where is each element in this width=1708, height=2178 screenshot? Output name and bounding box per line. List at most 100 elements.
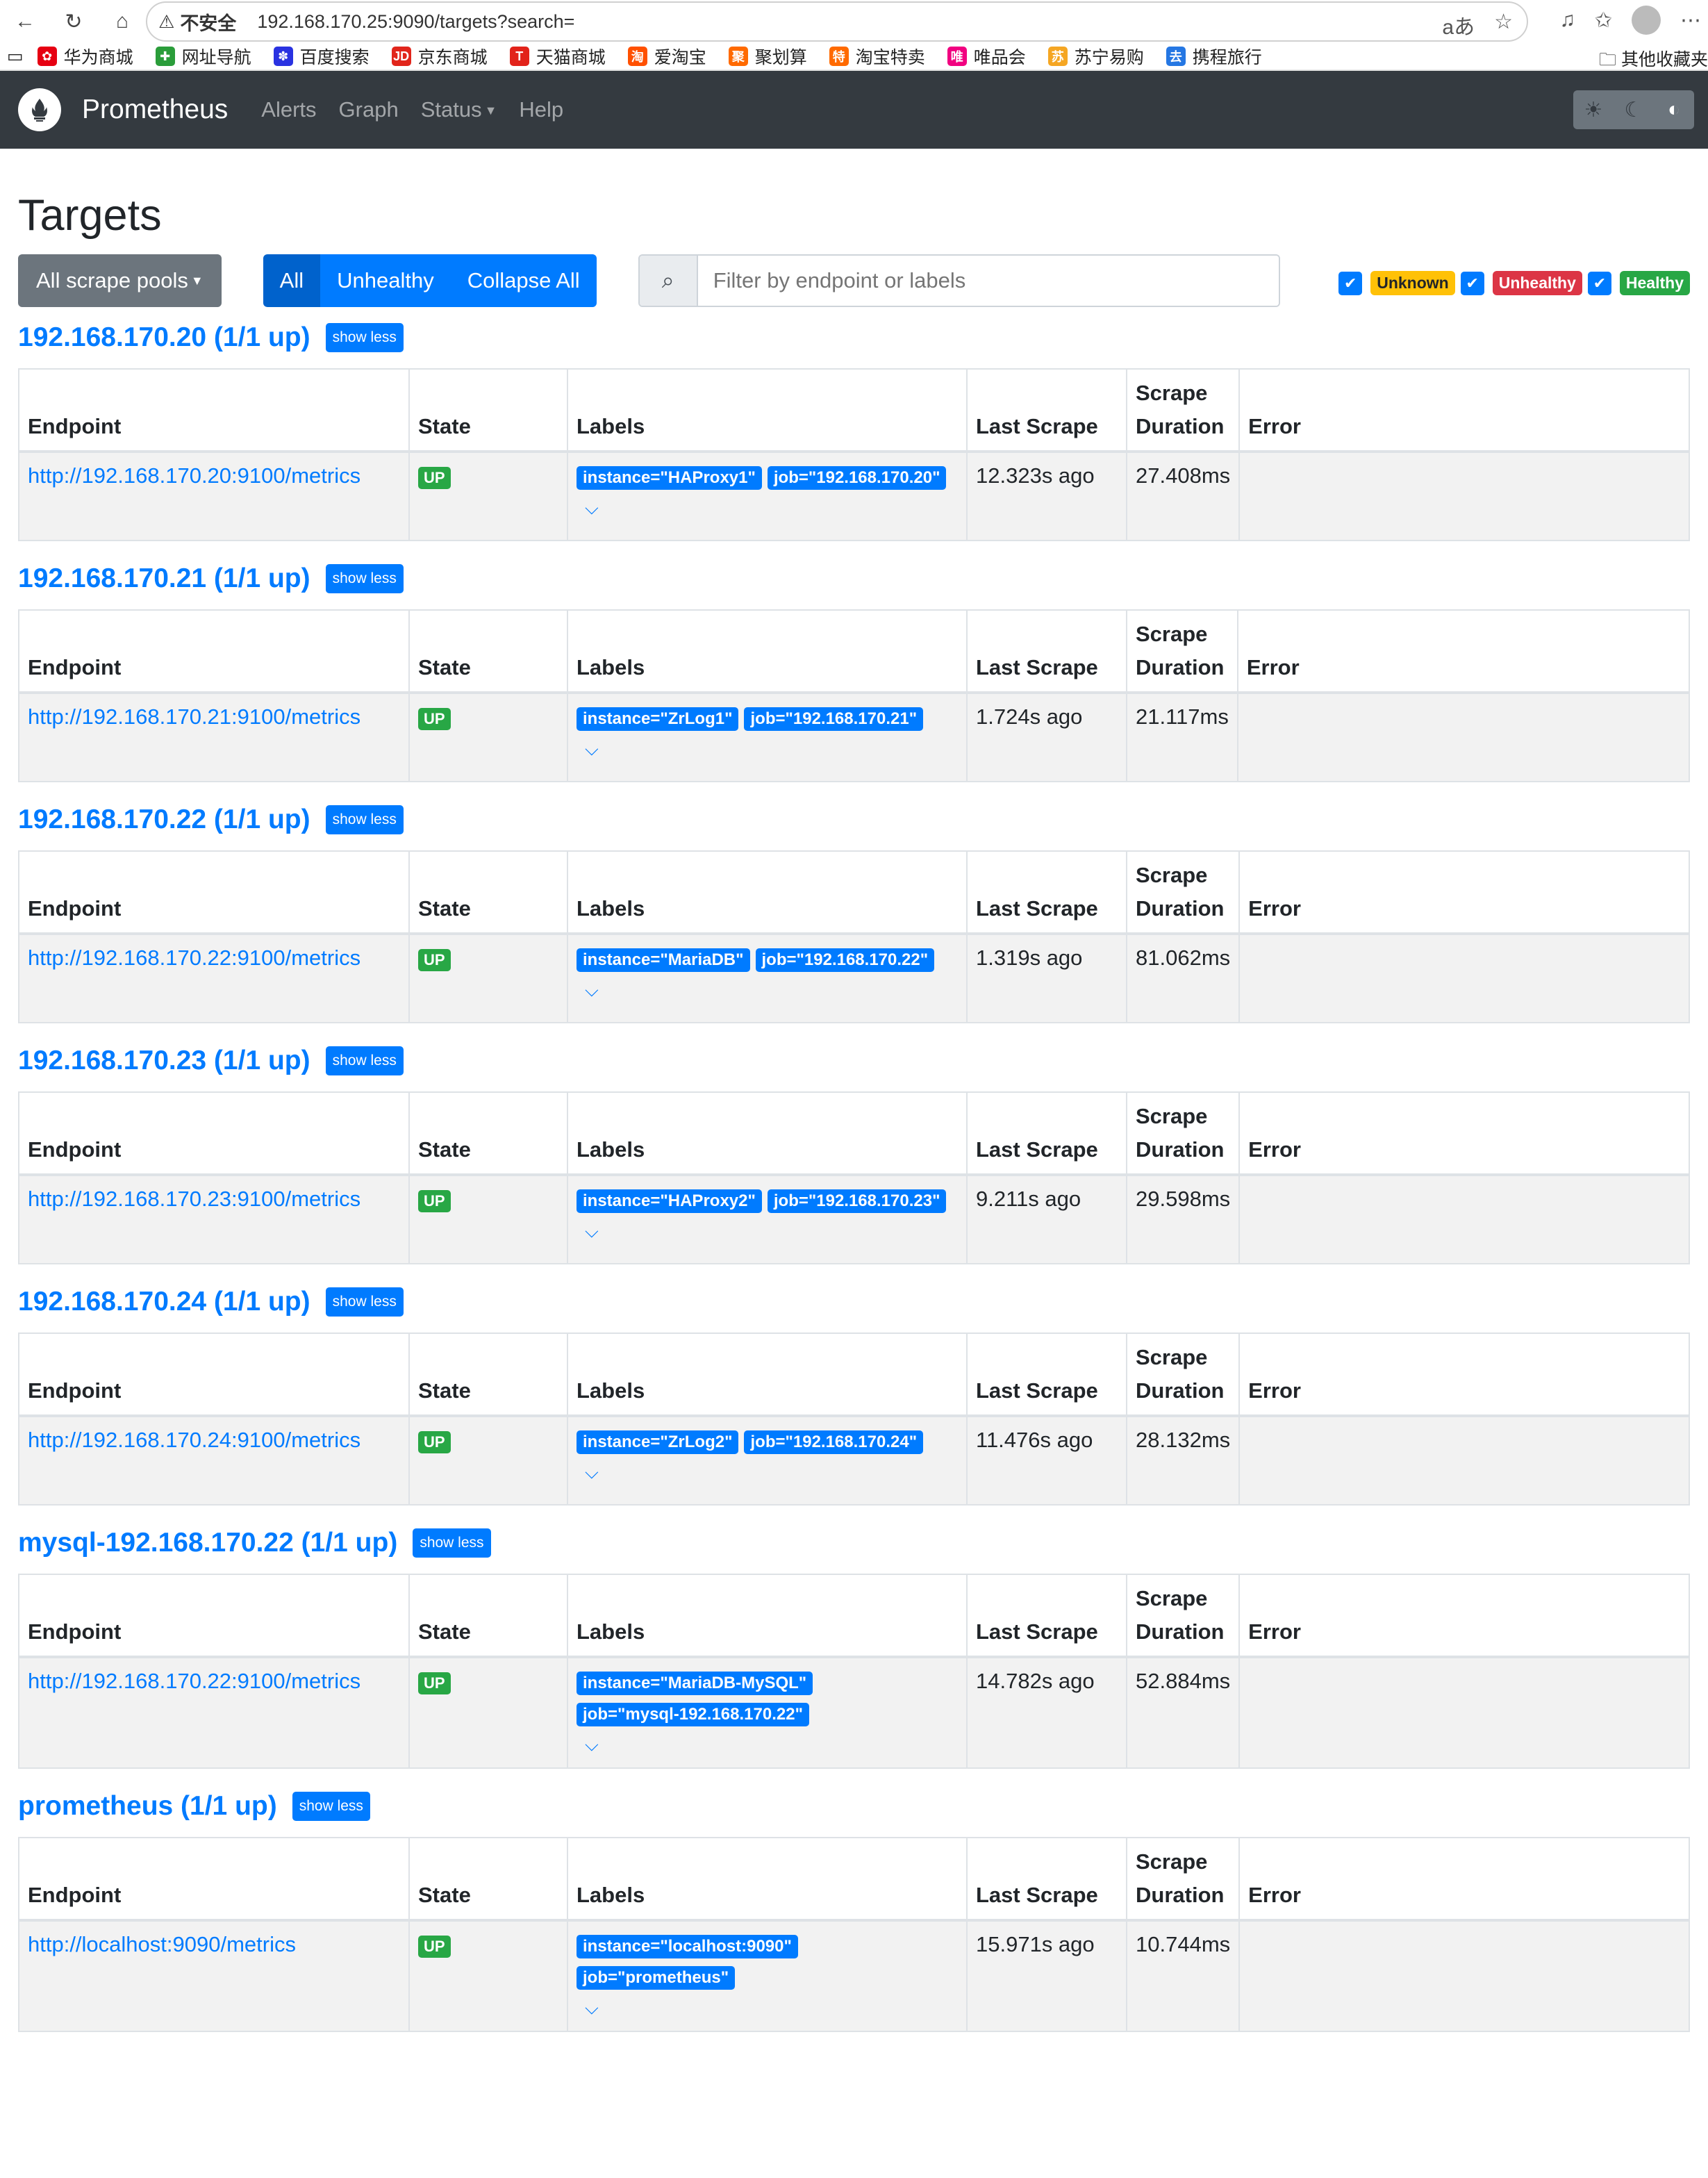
unhealthy-checkbox[interactable]: ✔ xyxy=(1460,271,1484,295)
nav-help[interactable]: Help xyxy=(519,97,563,122)
table-row: http://192.168.170.22:9100/metrics UP in… xyxy=(18,933,1690,1023)
duration-cell: 27.408ms xyxy=(1125,451,1241,541)
show-less-button[interactable]: show less xyxy=(325,1046,404,1075)
pool-title[interactable]: 192.168.170.21 (1/1 up) xyxy=(18,563,310,594)
bookmark-item[interactable]: 苏苏宁易购 xyxy=(1047,44,1144,69)
brand-link[interactable]: Prometheus xyxy=(82,94,228,125)
chevron-down-icon[interactable]: ⌵ xyxy=(585,1459,599,1485)
bookmark-item[interactable]: T 天猫商城 xyxy=(509,44,606,69)
label-badge: job="192.168.170.20" xyxy=(767,466,947,490)
scrape-pool: 192.168.170.22 (1/1 up) show less Endpoi… xyxy=(18,799,1690,1023)
header-scrape-duration-line2: Duration xyxy=(1136,896,1225,921)
url-text[interactable]: 192.168.170.25:9090/targets?search= xyxy=(257,11,574,33)
show-less-button[interactable]: show less xyxy=(292,1792,370,1821)
filter-unhealthy-button[interactable]: Unhealthy xyxy=(320,254,451,307)
scrape-pools-dropdown[interactable]: All scrape pools ▼ xyxy=(18,254,222,307)
insecure-label[interactable]: 不安全 xyxy=(180,8,236,35)
pool-title[interactable]: 192.168.170.23 (1/1 up) xyxy=(18,1046,310,1076)
filter-all-button[interactable]: All xyxy=(263,254,321,307)
bookmark-item[interactable]: 淘爱淘宝 xyxy=(627,44,706,69)
bookmark-item[interactable]: 特淘宝特卖 xyxy=(829,44,925,69)
header-state: State xyxy=(408,609,568,694)
bookmark-label: 百度搜索 xyxy=(299,48,370,67)
endpoint-cell: http://192.168.170.24:9100/metrics xyxy=(18,1415,410,1505)
nav-alerts[interactable]: Alerts xyxy=(261,97,316,122)
profile-avatar[interactable] xyxy=(1632,6,1661,35)
endpoint-link[interactable]: http://192.168.170.24:9100/metrics xyxy=(28,1428,360,1452)
main-content: Targets All scrape pools ▼ All Unhealthy… xyxy=(0,190,1708,2032)
nav-graph[interactable]: Graph xyxy=(339,97,399,122)
bookmark-item[interactable]: 聚聚划算 xyxy=(728,44,807,69)
back-icon[interactable]: ← xyxy=(10,6,40,37)
chevron-down-icon[interactable]: ⌵ xyxy=(585,1218,599,1244)
show-less-button[interactable]: show less xyxy=(325,564,404,593)
favorites-icon[interactable]: ✩ xyxy=(1595,8,1612,33)
show-less-button[interactable]: show less xyxy=(325,805,404,834)
pool-title[interactable]: mysql-192.168.170.22 (1/1 up) xyxy=(18,1528,397,1558)
header-last-scrape: Last Scrape xyxy=(966,850,1127,935)
unhealthy-badge: Unhealthy xyxy=(1492,271,1582,295)
last-scrape-cell: 1.319s ago xyxy=(966,933,1127,1023)
label-badge: job="192.168.170.22" xyxy=(755,948,935,972)
chevron-down-icon[interactable]: ⌵ xyxy=(585,495,599,521)
show-less-button[interactable]: show less xyxy=(413,1528,491,1558)
bookmark-label: 京东商城 xyxy=(417,48,488,67)
pool-title[interactable]: 192.168.170.24 (1/1 up) xyxy=(18,1287,310,1317)
header-last-scrape: Last Scrape xyxy=(966,1333,1127,1417)
endpoint-link[interactable]: http://192.168.170.22:9100/metrics xyxy=(28,1669,360,1693)
light-theme-icon[interactable]: ☀ xyxy=(1573,90,1614,129)
header-last-scrape: Last Scrape xyxy=(966,1574,1127,1658)
error-cell xyxy=(1236,692,1691,782)
chevron-down-icon[interactable]: ⌵ xyxy=(585,977,599,1003)
chevron-down-icon[interactable]: ⌵ xyxy=(585,1731,599,1758)
duration-cell: 28.132ms xyxy=(1125,1415,1241,1505)
label-badge: instance="MariaDB" xyxy=(577,948,750,972)
endpoint-link[interactable]: http://192.168.170.21:9100/metrics xyxy=(28,704,360,729)
translate-icon[interactable]: aあ xyxy=(1442,10,1475,40)
unknown-checkbox[interactable]: ✔ xyxy=(1338,271,1363,295)
chevron-down-icon[interactable]: ⌵ xyxy=(585,1995,599,2021)
bookmark-label: 唯品会 xyxy=(973,48,1026,67)
header-labels: Labels xyxy=(567,1574,968,1658)
address-bar[interactable]: ⚠ 不安全 192.168.170.25:9090/targets?search… xyxy=(146,1,1528,42)
bookmark-item[interactable]: ✚ 网址导航 xyxy=(155,44,251,69)
label-badge: instance="HAProxy1" xyxy=(577,466,762,490)
endpoint-link[interactable]: http://localhost:9090/metrics xyxy=(28,1932,296,1956)
bookmark-item[interactable]: ✽ 百度搜索 xyxy=(273,44,370,69)
bookmark-label: 华为商城 xyxy=(63,48,133,67)
endpoint-link[interactable]: http://192.168.170.23:9100/metrics xyxy=(28,1187,360,1211)
menu-icon[interactable]: ⋯ xyxy=(1680,8,1701,33)
duration-cell: 21.117ms xyxy=(1126,692,1238,782)
endpoint-link[interactable]: http://192.168.170.22:9100/metrics xyxy=(28,946,360,970)
home-icon[interactable]: ⌂ xyxy=(107,6,138,37)
chevron-down-icon[interactable]: ⌵ xyxy=(585,736,599,762)
prometheus-logo-icon[interactable] xyxy=(18,88,61,131)
labels-cell: instance="ZrLog2" job="192.168.170.24" ⌵ xyxy=(567,1415,968,1505)
duration-cell: 52.884ms xyxy=(1125,1656,1241,1769)
reading-list-icon[interactable]: ▭ xyxy=(7,46,24,67)
endpoint-cell: http://192.168.170.21:9100/metrics xyxy=(18,692,410,782)
show-less-button[interactable]: show less xyxy=(325,1287,404,1317)
header-scrape-duration-line1: Scrape xyxy=(1136,1586,1208,1610)
pool-title[interactable]: prometheus (1/1 up) xyxy=(18,1791,277,1822)
bookmark-item[interactable]: 唯唯品会 xyxy=(947,44,1026,69)
auto-theme-icon[interactable]: ◐ xyxy=(1654,90,1694,129)
healthy-checkbox[interactable]: ✔ xyxy=(1587,271,1611,295)
show-less-button[interactable]: show less xyxy=(325,323,404,352)
media-icon[interactable]: ♫ xyxy=(1559,8,1575,32)
table-row: http://192.168.170.24:9100/metrics UP in… xyxy=(18,1415,1690,1505)
bookmark-item[interactable]: 去携程旅行 xyxy=(1166,44,1262,69)
dark-theme-icon[interactable]: ☾ xyxy=(1614,90,1654,129)
favorite-star-icon[interactable]: ☆ xyxy=(1494,10,1513,40)
bookmark-item[interactable]: ✿ 华为商城 xyxy=(37,44,133,69)
pool-title[interactable]: 192.168.170.20 (1/1 up) xyxy=(18,322,310,353)
collapse-all-button[interactable]: Collapse All xyxy=(450,254,597,307)
warning-icon[interactable]: ⚠ xyxy=(158,11,174,33)
endpoint-link[interactable]: http://192.168.170.20:9100/metrics xyxy=(28,463,360,488)
search-input[interactable] xyxy=(697,256,1279,306)
nav-status[interactable]: Status ▼ xyxy=(421,97,497,122)
pool-title[interactable]: 192.168.170.22 (1/1 up) xyxy=(18,805,310,835)
reload-icon[interactable]: ↻ xyxy=(58,6,89,37)
header-error: Error xyxy=(1238,368,1690,453)
bookmark-item[interactable]: JD 京东商城 xyxy=(391,44,488,69)
